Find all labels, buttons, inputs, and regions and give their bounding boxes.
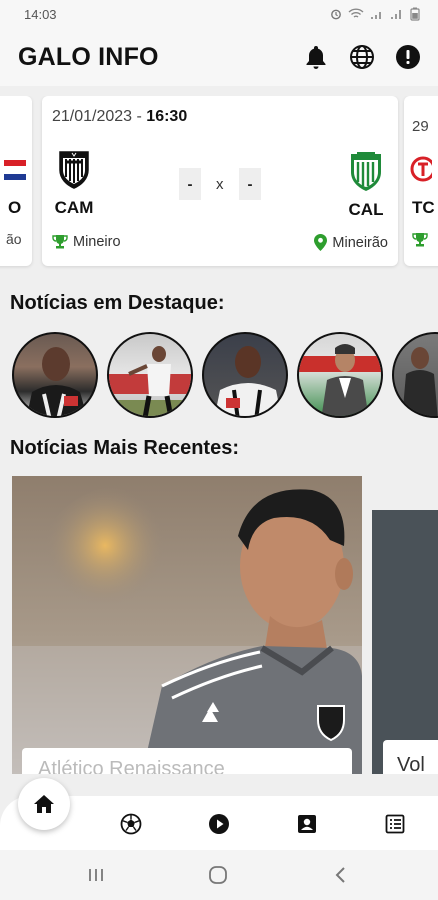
signal-icon: [371, 12, 381, 19]
nav-matches-button[interactable]: [119, 812, 143, 836]
system-back-button[interactable]: [330, 864, 352, 886]
bottom-navigation: [0, 772, 438, 850]
match-date: 21/01/2023: [52, 108, 133, 125]
trophy-icon: [52, 235, 68, 249]
story-thumbnail: [26, 347, 87, 416]
story-item[interactable]: [392, 332, 438, 418]
news-card[interactable]: [12, 476, 362, 774]
app-header: GALO INFO: [0, 28, 438, 86]
story-thumbnail: [214, 346, 282, 416]
soccer-ball-icon: [120, 813, 142, 835]
header-actions: [302, 43, 422, 71]
away-score: -: [239, 168, 261, 200]
away-team: CAL: [326, 150, 406, 220]
story-thumbnail: [109, 346, 191, 416]
away-team-abbr: CAL: [348, 200, 384, 219]
nav-home-button[interactable]: [18, 778, 70, 830]
battery-icon: [410, 7, 420, 21]
match-time: 16:30: [146, 108, 188, 125]
recent-news-title: Notícias Mais Recentes:: [10, 437, 239, 459]
news-card-caption[interactable]: Atlético Renaissance: [22, 748, 352, 774]
match-carousel[interactable]: O ão 21/01/2023 - 16:30 CAM - x - CAL Mi…: [0, 96, 438, 272]
nav-standings-button[interactable]: [383, 812, 407, 836]
match-card[interactable]: 21/01/2023 - 16:30 CAM - x - CAL Mineiro…: [42, 96, 398, 266]
globe-icon: [350, 45, 374, 69]
info-button[interactable]: [394, 43, 422, 71]
home-score: -: [179, 168, 201, 200]
story-item[interactable]: [297, 332, 383, 418]
alert-icon: [396, 45, 420, 69]
play-icon: [209, 814, 229, 834]
atletico-crest-icon: [59, 151, 89, 189]
versus-label: x: [216, 176, 224, 193]
news-image: [12, 476, 362, 774]
match-card-previous[interactable]: O ão: [0, 96, 32, 266]
recent-apps-button[interactable]: [85, 864, 107, 886]
home-icon: [34, 795, 54, 813]
language-button[interactable]: [348, 43, 376, 71]
player-card-icon: [298, 815, 316, 833]
notifications-button[interactable]: [302, 43, 330, 71]
app-title: GALO INFO: [18, 42, 159, 71]
prev-venue: ão: [6, 231, 22, 247]
next-date: 29: [412, 118, 429, 135]
story-thumbnail: [299, 344, 381, 416]
signal2-icon: [391, 10, 401, 19]
match-venue: Mineirão: [314, 234, 388, 251]
bell-icon: [306, 46, 326, 69]
location-pin-icon: [314, 234, 328, 251]
recent-apps-icon: [89, 869, 103, 881]
system-navigation-bar: [0, 850, 438, 900]
table-list-icon: [385, 814, 405, 834]
story-thumbnail: [402, 347, 438, 416]
nav-videos-button[interactable]: [207, 812, 231, 836]
match-competition: Mineiro: [52, 234, 121, 250]
venue-name: Mineirão: [332, 234, 388, 251]
alarm-icon: [331, 9, 341, 20]
story-item[interactable]: [107, 332, 193, 418]
recent-news-carousel[interactable]: Atlético Renaissance Vol: [0, 474, 438, 774]
back-chevron-icon: [335, 867, 345, 883]
competition-name: Mineiro: [73, 234, 121, 250]
story-item[interactable]: [202, 332, 288, 418]
status-bar: 14:03: [0, 0, 438, 28]
match-card-next[interactable]: 29 TC: [404, 96, 438, 266]
prev-team-abbr: O: [8, 198, 22, 217]
featured-news-title: Notícias em Destaque:: [10, 292, 225, 314]
next-team-abbr: TC: [412, 198, 435, 217]
trophy-icon: [412, 233, 428, 247]
featured-stories[interactable]: [12, 332, 438, 420]
news-card-next-caption[interactable]: Vol: [383, 740, 438, 774]
match-datetime-separator: -: [132, 108, 147, 125]
caldense-crest-icon: [351, 152, 381, 191]
match-datetime: 21/01/2023 - 16:30: [52, 108, 187, 126]
circle-home-icon: [209, 866, 227, 884]
nav-players-button[interactable]: [295, 812, 319, 836]
home-team-abbr: CAM: [54, 198, 94, 217]
news-card-next[interactable]: [372, 510, 438, 774]
system-home-button[interactable]: [207, 864, 229, 886]
home-team: CAM: [34, 150, 114, 218]
status-icons: [330, 7, 420, 21]
internacional-crest-icon: [410, 156, 432, 182]
team-flag-icon: [4, 160, 26, 180]
status-time: 14:03: [24, 6, 57, 22]
wifi-icon: [348, 8, 364, 18]
story-item[interactable]: [12, 332, 98, 418]
